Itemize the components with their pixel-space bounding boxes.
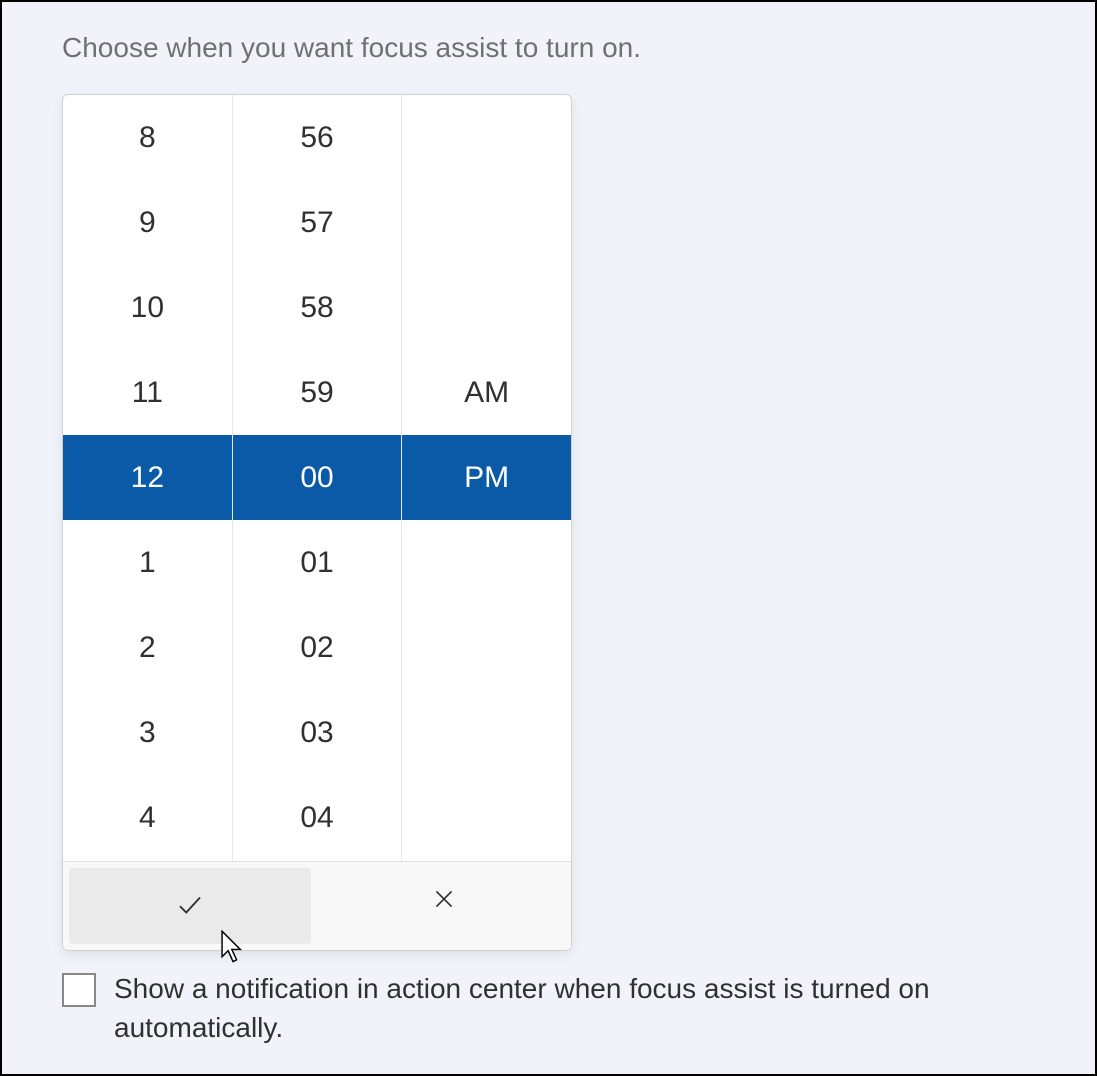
period-option-empty <box>402 180 571 265</box>
cancel-button[interactable] <box>317 862 571 938</box>
time-picker-columns: 8 9 10 11 12 1 2 3 4 56 57 58 59 00 01 0… <box>63 95 571 861</box>
hour-option[interactable]: 4 <box>63 776 232 861</box>
period-option[interactable]: AM <box>402 350 571 435</box>
minute-option[interactable]: 01 <box>233 520 402 605</box>
period-option-empty <box>402 691 571 776</box>
hour-column[interactable]: 8 9 10 11 12 1 2 3 4 <box>63 95 232 861</box>
hour-option-selected[interactable]: 12 <box>63 435 232 520</box>
hour-option[interactable]: 11 <box>63 350 232 435</box>
hour-option[interactable]: 9 <box>63 180 232 265</box>
minute-option[interactable]: 04 <box>233 776 402 861</box>
minute-option[interactable]: 56 <box>233 95 402 180</box>
minute-option[interactable]: 59 <box>233 350 402 435</box>
minute-option[interactable]: 02 <box>233 606 402 691</box>
period-option-empty <box>402 606 571 691</box>
minute-option[interactable]: 57 <box>233 180 402 265</box>
notification-checkbox-row: Show a notification in action center whe… <box>62 969 1035 1047</box>
period-option-empty <box>402 520 571 605</box>
minute-option[interactable]: 03 <box>233 691 402 776</box>
time-picker: 8 9 10 11 12 1 2 3 4 56 57 58 59 00 01 0… <box>62 94 572 951</box>
instruction-text: Choose when you want focus assist to tur… <box>62 32 1035 64</box>
period-option-empty <box>402 265 571 350</box>
period-column[interactable]: AM PM <box>401 95 571 861</box>
check-icon <box>175 890 205 923</box>
minute-option-selected[interactable]: 00 <box>233 435 402 520</box>
period-option-selected[interactable]: PM <box>402 435 571 520</box>
hour-option[interactable]: 1 <box>63 520 232 605</box>
accept-button[interactable] <box>69 868 311 944</box>
hour-option[interactable]: 3 <box>63 691 232 776</box>
minute-column[interactable]: 56 57 58 59 00 01 02 03 04 <box>232 95 402 861</box>
notification-checkbox[interactable] <box>62 973 96 1007</box>
period-option-empty <box>402 776 571 861</box>
period-option-empty <box>402 95 571 180</box>
close-icon <box>431 886 457 915</box>
hour-option[interactable]: 2 <box>63 606 232 691</box>
time-picker-footer <box>63 861 571 950</box>
notification-checkbox-label: Show a notification in action center whe… <box>114 969 1034 1047</box>
hour-option[interactable]: 10 <box>63 265 232 350</box>
hour-option[interactable]: 8 <box>63 95 232 180</box>
minute-option[interactable]: 58 <box>233 265 402 350</box>
